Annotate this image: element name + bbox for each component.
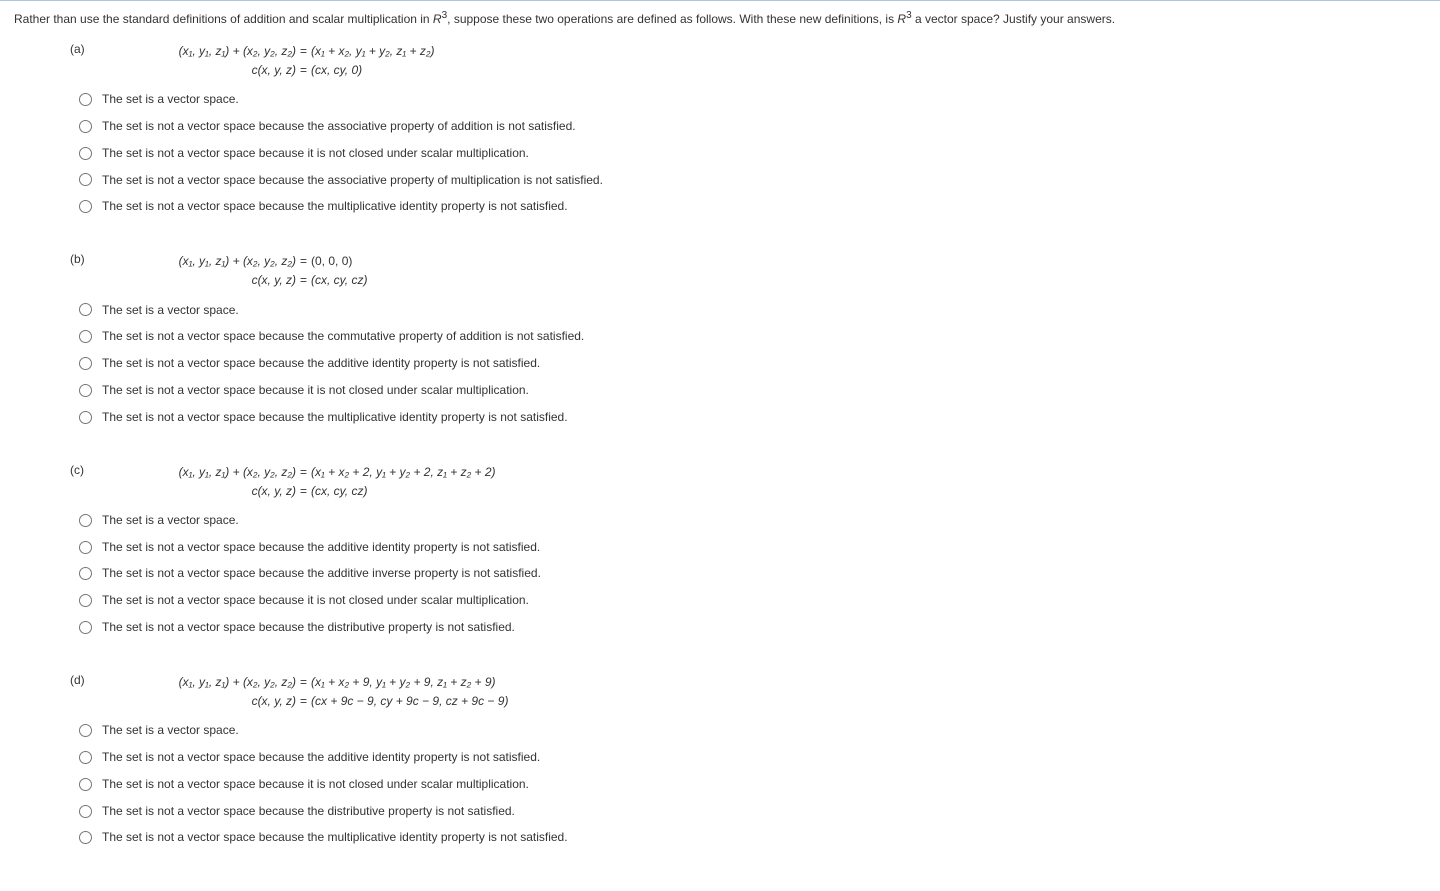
part-b-option-0: The set is a vector space. [100, 302, 239, 319]
option-row: The set is not a vector space because th… [70, 534, 1426, 561]
part-b-label: (b) [70, 252, 106, 266]
part-d-options: The set is a vector space. The set is no… [70, 717, 1426, 851]
option-row: The set is not a vector space because it… [70, 140, 1426, 167]
part-a-scl-rhs: (cx, cy, 0) [307, 61, 362, 80]
option-row: The set is not a vector space because it… [70, 377, 1426, 404]
option-row: The set is a vector space. [70, 717, 1426, 744]
part-c-option-4: The set is not a vector space because th… [100, 619, 515, 636]
option-row: The set is not a vector space because th… [70, 798, 1426, 825]
part-b-equations: (x₁, y₁, z₁) + (x₂, y₂, z₂) = (0, 0, 0) … [106, 252, 367, 290]
intro-text-1: Rather than use the standard definitions… [14, 12, 433, 26]
question-intro: Rather than use the standard definitions… [14, 9, 1426, 28]
part-c-scl-lhs: c(x, y, z) [106, 482, 300, 501]
part-c-label: (c) [70, 463, 106, 477]
part-b-radio-1[interactable] [79, 330, 92, 343]
option-row: The set is not a vector space because th… [70, 404, 1426, 431]
part-c-radio-4[interactable] [79, 621, 92, 634]
part-d-equations: (x₁, y₁, z₁) + (x₂, y₂, z₂) = (x₁ + x₂ +… [106, 673, 508, 711]
option-row: The set is not a vector space because th… [70, 824, 1426, 851]
part-a-radio-0[interactable] [79, 93, 92, 106]
intro-text-2: , suppose these two operations are defin… [447, 12, 897, 26]
part-d-radio-0[interactable] [79, 724, 92, 737]
part-b-option-2: The set is not a vector space because th… [100, 355, 540, 372]
part-d-label: (d) [70, 673, 106, 687]
part-d-option-1: The set is not a vector space because th… [100, 749, 540, 766]
part-d-option-4: The set is not a vector space because th… [100, 829, 568, 846]
part-d-scl-rhs: (cx + 9c − 9, cy + 9c − 9, cz + 9c − 9) [307, 692, 508, 711]
part-c-option-1: The set is not a vector space because th… [100, 539, 540, 556]
option-row: The set is not a vector space because th… [70, 350, 1426, 377]
option-row: The set is not a vector space because th… [70, 560, 1426, 587]
part-a-option-2: The set is not a vector space because it… [100, 145, 529, 162]
option-row: The set is not a vector space because th… [70, 193, 1426, 220]
part-c-add-lhs: (x₁, y₁, z₁) + (x₂, y₂, z₂) [106, 463, 300, 482]
part-a-equations: (x₁, y₁, z₁) + (x₂, y₂, z₂) = (x₁ + x₂, … [106, 42, 434, 80]
part-d-option-0: The set is a vector space. [100, 722, 239, 739]
part-a-options: The set is a vector space. The set is no… [70, 86, 1426, 220]
option-row: The set is a vector space. [70, 507, 1426, 534]
option-row: The set is a vector space. [70, 86, 1426, 113]
option-row: The set is not a vector space because it… [70, 771, 1426, 798]
part-a-radio-4[interactable] [79, 200, 92, 213]
part-b-radio-0[interactable] [79, 303, 92, 316]
part-c-radio-2[interactable] [79, 567, 92, 580]
part-d-option-2: The set is not a vector space because it… [100, 776, 529, 793]
part-d-radio-2[interactable] [79, 778, 92, 791]
part-a: (a) (x₁, y₁, z₁) + (x₂, y₂, z₂) = (x₁ + … [70, 42, 1426, 220]
part-c-option-0: The set is a vector space. [100, 512, 239, 529]
option-row: The set is not a vector space because it… [70, 587, 1426, 614]
option-row: The set is a vector space. [70, 297, 1426, 324]
part-d-radio-4[interactable] [79, 831, 92, 844]
part-d: (d) (x₁, y₁, z₁) + (x₂, y₂, z₂) = (x₁ + … [70, 673, 1426, 851]
part-b-option-3: The set is not a vector space because it… [100, 382, 529, 399]
part-c-radio-0[interactable] [79, 514, 92, 527]
part-c-options: The set is a vector space. The set is no… [70, 507, 1426, 641]
option-row: The set is not a vector space because th… [70, 113, 1426, 140]
part-c-add-rhs: (x₁ + x₂ + 2, y₁ + y₂ + 2, z₁ + z₂ + 2) [307, 463, 496, 482]
part-d-radio-1[interactable] [79, 751, 92, 764]
part-d-scl-lhs: c(x, y, z) [106, 692, 300, 711]
part-a-option-1: The set is not a vector space because th… [100, 118, 576, 135]
part-b-radio-2[interactable] [79, 357, 92, 370]
part-a-radio-2[interactable] [79, 147, 92, 160]
option-row: The set is not a vector space because th… [70, 614, 1426, 641]
part-a-label: (a) [70, 42, 106, 56]
part-b: (b) (x₁, y₁, z₁) + (x₂, y₂, z₂) = (0, 0,… [70, 252, 1426, 430]
intro-text-3: a vector space? Justify your answers. [912, 12, 1115, 26]
part-c: (c) (x₁, y₁, z₁) + (x₂, y₂, z₂) = (x₁ + … [70, 463, 1426, 641]
part-a-add-lhs: (x₁, y₁, z₁) + (x₂, y₂, z₂) [106, 42, 300, 61]
part-c-option-2: The set is not a vector space because th… [100, 565, 541, 582]
part-b-add-lhs: (x₁, y₁, z₁) + (x₂, y₂, z₂) [106, 252, 300, 271]
part-c-radio-3[interactable] [79, 594, 92, 607]
part-b-scl-lhs: c(x, y, z) [106, 271, 300, 290]
part-c-radio-1[interactable] [79, 541, 92, 554]
part-d-add-lhs: (x₁, y₁, z₁) + (x₂, y₂, z₂) [106, 673, 300, 692]
part-c-equations: (x₁, y₁, z₁) + (x₂, y₂, z₂) = (x₁ + x₂ +… [106, 463, 496, 501]
part-a-scl-lhs: c(x, y, z) [106, 61, 300, 80]
part-a-add-rhs: (x₁ + x₂, y₁ + y₂, z₁ + z₂) [307, 42, 434, 61]
option-row: The set is not a vector space because th… [70, 744, 1426, 771]
part-c-scl-rhs: (cx, cy, cz) [307, 482, 367, 501]
part-b-add-rhs: (0, 0, 0) [307, 252, 352, 271]
part-a-option-0: The set is a vector space. [100, 91, 239, 108]
part-b-option-4: The set is not a vector space because th… [100, 409, 568, 426]
part-a-radio-1[interactable] [79, 120, 92, 133]
part-d-option-3: The set is not a vector space because th… [100, 803, 515, 820]
part-a-option-3: The set is not a vector space because th… [100, 172, 603, 189]
option-row: The set is not a vector space because th… [70, 167, 1426, 194]
intro-R-1: R [433, 12, 442, 26]
part-b-scl-rhs: (cx, cy, cz) [307, 271, 367, 290]
part-b-options: The set is a vector space. The set is no… [70, 297, 1426, 431]
part-c-option-3: The set is not a vector space because it… [100, 592, 529, 609]
part-a-option-4: The set is not a vector space because th… [100, 198, 568, 215]
part-b-option-1: The set is not a vector space because th… [100, 328, 584, 345]
option-row: The set is not a vector space because th… [70, 323, 1426, 350]
part-b-radio-3[interactable] [79, 384, 92, 397]
part-d-add-rhs: (x₁ + x₂ + 9, y₁ + y₂ + 9, z₁ + z₂ + 9) [307, 673, 496, 692]
part-b-radio-4[interactable] [79, 411, 92, 424]
part-a-radio-3[interactable] [79, 173, 92, 186]
intro-R-2: R [897, 12, 906, 26]
part-d-radio-3[interactable] [79, 805, 92, 818]
